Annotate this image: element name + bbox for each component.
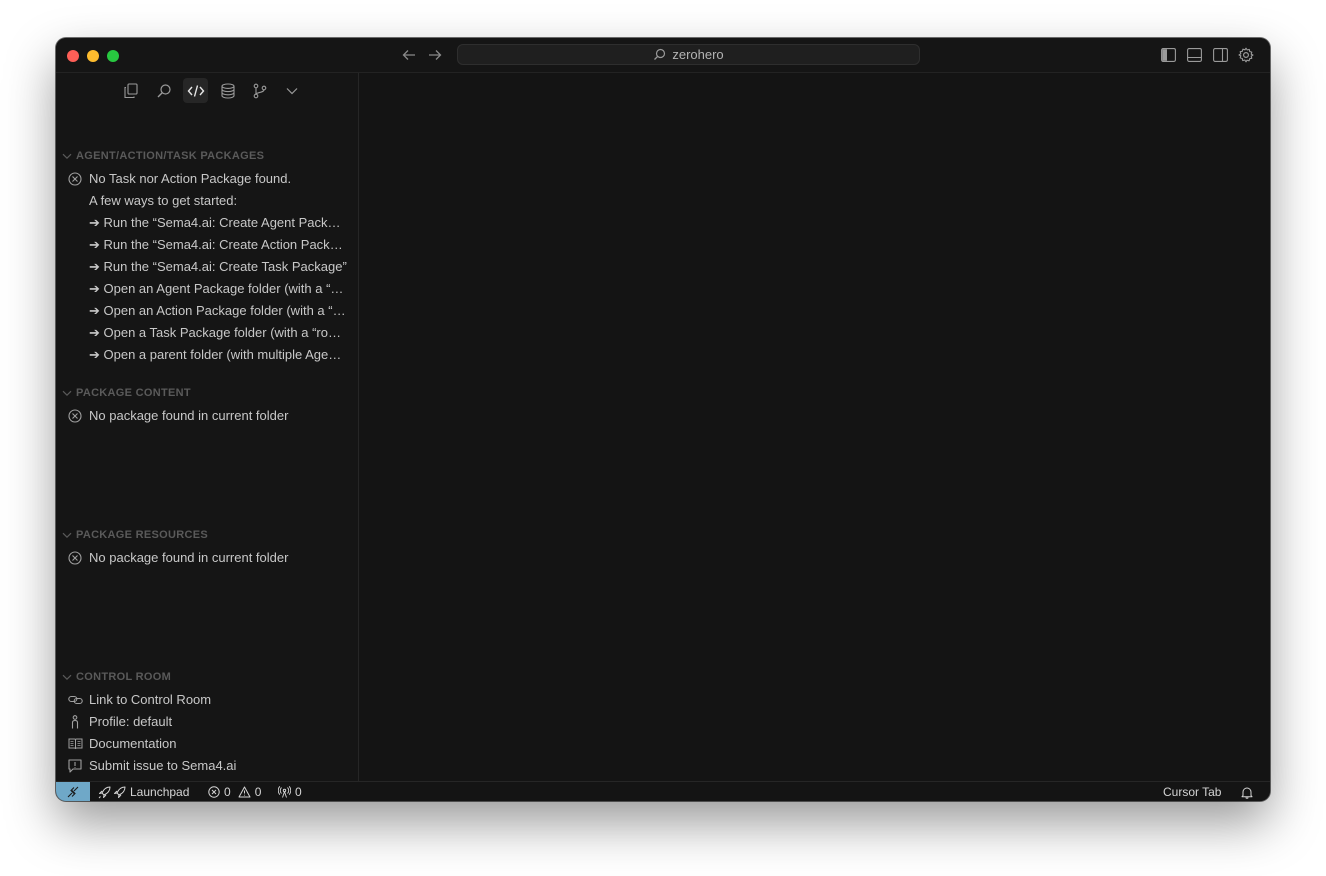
maximize-window-button[interactable] (107, 50, 119, 62)
control-room-item-label: Link to Control Room (89, 692, 212, 707)
remote-icon (67, 786, 79, 798)
chevron-down-icon (58, 390, 76, 397)
resources-status-row: No package found in current folder (56, 547, 358, 569)
book-icon (67, 736, 83, 752)
profile-item[interactable]: Profile: default (56, 711, 358, 733)
section-title: AGENT/ACTION/TASK PACKAGES (76, 150, 265, 162)
feedback-icon (67, 758, 83, 774)
packages-status-text: No Task nor Action Package found. (89, 171, 292, 186)
link-control-room-item[interactable]: Link to Control Room (56, 689, 358, 711)
list-item[interactable]: ➔ Run the “Sema4.ai: Create Agent Packag… (56, 212, 358, 234)
chevron-down-icon (58, 153, 76, 160)
toggle-secondary-sidebar-icon[interactable] (1211, 46, 1229, 64)
get-started-option: ➔ Open a Task Package folder (with a “ro… (89, 325, 347, 340)
section-title: CONTROL ROOM (76, 671, 172, 683)
ports-indicator[interactable]: 0 (278, 782, 302, 801)
get-started-option: ➔ Open an Action Package folder (with a … (89, 303, 347, 318)
explorer-files-icon[interactable] (118, 78, 143, 103)
app-window: zerohero AGENT/ACTION/TASK PACKAGES No T… (56, 38, 1270, 801)
warning-icon (238, 786, 251, 798)
control-room-item-label: Submit issue to Sema4.ai (89, 758, 237, 773)
workspace-name: zerohero (672, 47, 724, 62)
list-item[interactable]: ➔ Open a Task Package folder (with a “ro… (56, 322, 358, 344)
get-started-text: A few ways to get started: (89, 193, 238, 208)
error-count: 0 (224, 785, 231, 799)
error-circle-icon (67, 408, 83, 424)
packages-status-row: No Task nor Action Package found. (56, 168, 358, 190)
cursor-tab-button[interactable]: Cursor Tab (1163, 782, 1221, 801)
launchpad-label: Launchpad (130, 785, 190, 799)
forward-arrow-icon[interactable] (425, 46, 445, 64)
section-header-package-resources[interactable]: PACKAGE RESOURCES (56, 525, 358, 545)
broadcast-icon (278, 786, 291, 798)
list-item[interactable]: ➔ Open an Action Package folder (with a … (56, 300, 358, 322)
ports-count: 0 (295, 785, 302, 799)
command-center-search[interactable]: zerohero (457, 44, 920, 65)
resources-status-text: No package found in current folder (89, 550, 289, 565)
section-header-package-content[interactable]: PACKAGE CONTENT (56, 383, 358, 403)
get-started-option: ➔ Run the “Sema4.ai: Create Agent Packag… (89, 215, 347, 230)
get-started-option: ➔ Run the “Sema4.ai: Create Task Package… (89, 259, 347, 274)
chevron-down-icon (58, 674, 76, 681)
view-switcher (56, 73, 358, 109)
list-item[interactable]: ➔ Run the “Sema4.ai: Create Task Package… (56, 256, 358, 278)
section-header-packages[interactable]: AGENT/ACTION/TASK PACKAGES (56, 146, 358, 166)
database-icon[interactable] (215, 78, 240, 103)
settings-gear-icon[interactable] (1237, 46, 1255, 64)
get-started-option: ➔ Open an Agent Package folder (with a “… (89, 281, 347, 296)
launchpad-button[interactable]: Launchpad (98, 782, 189, 801)
control-room-item-label: Profile: default (89, 714, 173, 729)
search-view-icon[interactable] (151, 78, 176, 103)
code-extension-icon[interactable] (183, 78, 208, 103)
back-arrow-icon[interactable] (399, 46, 419, 64)
notifications-bell-icon[interactable] (1241, 782, 1253, 801)
person-icon (67, 714, 83, 730)
toggle-primary-sidebar-icon[interactable] (1159, 46, 1177, 64)
minimize-window-button[interactable] (87, 50, 99, 62)
error-icon (208, 786, 220, 798)
section-title: PACKAGE RESOURCES (76, 529, 209, 541)
get-started-option: ➔ Run the “Sema4.ai: Create Action Packa… (89, 237, 347, 252)
error-circle-icon (67, 550, 83, 566)
get-started-option: ➔ Open a parent folder (with multiple Ag… (89, 347, 347, 362)
list-item[interactable]: ➔ Run the “Sema4.ai: Create Action Packa… (56, 234, 358, 256)
link-icon (67, 692, 83, 708)
list-item[interactable]: ➔ Open a parent folder (with multiple Ag… (56, 344, 358, 366)
section-header-control-room[interactable]: CONTROL ROOM (56, 667, 358, 687)
remote-indicator-button[interactable] (56, 782, 90, 801)
toggle-panel-icon[interactable] (1185, 46, 1203, 64)
error-circle-icon (67, 171, 83, 187)
editor-area[interactable] (359, 73, 1270, 781)
documentation-item[interactable]: Documentation (56, 733, 358, 755)
list-item[interactable]: ➔ Open an Agent Package folder (with a “… (56, 278, 358, 300)
section-title: PACKAGE CONTENT (76, 387, 191, 399)
get-started-intro: A few ways to get started: (56, 190, 358, 212)
content-status-row: No package found in current folder (56, 405, 358, 427)
search-icon (653, 48, 666, 61)
chevron-down-icon (58, 532, 76, 539)
status-bar: Launchpad 0 0 0 Cursor Tab (56, 781, 1270, 801)
submit-issue-item[interactable]: Submit issue to Sema4.ai (56, 755, 358, 777)
rocket-icon (98, 786, 126, 799)
warning-count: 0 (254, 785, 262, 799)
control-room-item-label: Documentation (89, 736, 177, 751)
source-control-icon[interactable] (247, 78, 272, 103)
primary-sidebar: AGENT/ACTION/TASK PACKAGES No Task nor A… (56, 73, 359, 781)
problems-indicator[interactable]: 0 0 (208, 782, 261, 801)
chevron-down-icon[interactable] (279, 78, 304, 103)
close-window-button[interactable] (67, 50, 79, 62)
cursor-tab-label: Cursor Tab (1163, 785, 1222, 799)
title-bar: zerohero (56, 38, 1270, 73)
content-status-text: No package found in current folder (89, 408, 289, 423)
